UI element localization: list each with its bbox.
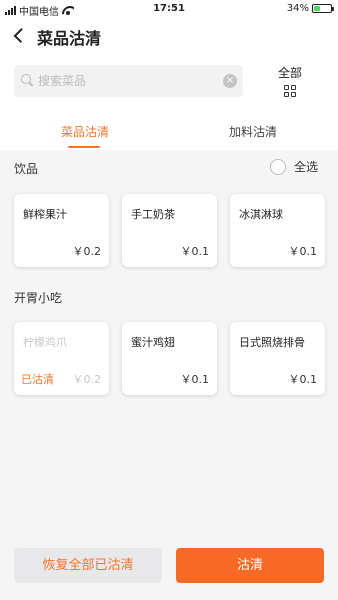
dish-card[interactable]: 冰淇淋球 ￥0.1 [230, 194, 325, 267]
status-right: 34% [286, 3, 334, 14]
dish-name: 鲜榨果汁 [23, 208, 67, 221]
all-categories-button[interactable]: 全部 [268, 64, 312, 100]
select-all-checkbox[interactable] [270, 158, 286, 175]
dish-name: 冰淇淋球 [239, 208, 283, 221]
search-box[interactable]: × [14, 65, 243, 97]
battery-icon [312, 4, 334, 13]
dish-name: 蜜汁鸡翅 [131, 336, 175, 349]
select-all-toggle[interactable]: 全选 [270, 158, 318, 175]
select-all-label: 全选 [294, 160, 319, 174]
status-bar: 中国电信 17:51 34% [0, 0, 338, 18]
dish-price: ￥0.1 [180, 245, 210, 258]
nav-bar: 菜品沽清 [0, 18, 338, 52]
bottom-bar: 恢复全部已沽清 沽清 [0, 540, 338, 600]
tab-addon-soldout[interactable]: 加料沽清 [193, 123, 313, 140]
dish-price: ￥0.1 [180, 373, 210, 386]
dish-card[interactable]: 蜜汁鸡翅 ￥0.1 [122, 322, 217, 395]
clear-icon[interactable]: × [223, 74, 237, 88]
dish-name: 日式照烧排骨 [239, 336, 305, 349]
dish-price: ￥0.1 [288, 245, 318, 258]
dish-price: ￥0.2 [72, 245, 102, 258]
search-input[interactable] [38, 65, 218, 97]
dish-price: ￥0.1 [288, 373, 318, 386]
battery-percent: 34% [286, 3, 309, 14]
tab-bar: 菜品沽清 加料沽清 [0, 112, 338, 150]
search-area: × 全部 [0, 52, 338, 112]
search-icon [21, 74, 33, 86]
restore-all-button[interactable]: 恢复全部已沽清 [14, 548, 162, 583]
dish-card[interactable]: 鲜榨果汁 ￥0.2 [14, 194, 109, 267]
dish-price: ￥0.2 [72, 373, 102, 386]
tab-dish-soldout[interactable]: 菜品沽清 [25, 123, 145, 140]
page-title: 菜品沽清 [37, 29, 102, 48]
dish-card-soldout[interactable]: 柠檬鸡爪 已沽清 ￥0.2 [14, 322, 109, 395]
dish-card[interactable]: 手工奶茶 ￥0.1 [122, 194, 217, 267]
grid-icon [284, 85, 296, 97]
all-categories-label: 全部 [277, 66, 302, 80]
dish-name: 手工奶茶 [131, 208, 175, 221]
dish-card[interactable]: 日式照烧排骨 ￥0.1 [230, 322, 325, 395]
back-icon[interactable] [12, 27, 26, 43]
tab-active-indicator [68, 146, 100, 148]
section-title-drinks: 饮品 [14, 162, 39, 176]
mark-soldout-button[interactable]: 沽清 [176, 548, 324, 583]
dish-name: 柠檬鸡爪 [23, 336, 67, 349]
soldout-badge: 已沽清 [21, 373, 54, 386]
section-title-snacks: 开胃小吃 [14, 291, 63, 305]
